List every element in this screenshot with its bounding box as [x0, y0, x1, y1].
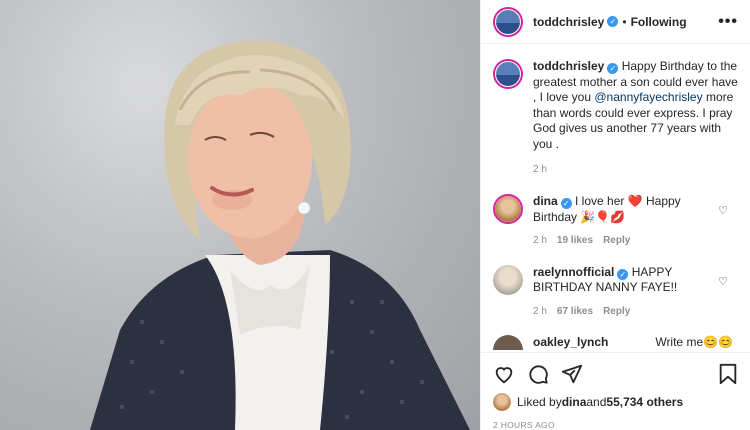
comment-item: oakley_lynch Write me😊😊 [481, 335, 750, 350]
more-options-icon[interactable]: ••• [718, 13, 738, 31]
like-comment-heart-icon[interactable]: ♡ [718, 275, 728, 288]
verified-badge-icon: ✓ [617, 268, 629, 280]
likes-middle: and [586, 395, 607, 409]
post-header: toddchrisley ✓ • Following ••• [481, 0, 750, 44]
comment-time: 2 h [533, 235, 547, 246]
liker-avatar[interactable] [493, 393, 511, 411]
post-actions: Liked by dina and 55,734 others 2 HOURS … [481, 352, 750, 430]
comment-likes[interactable]: 67 likes [557, 306, 593, 317]
likes-count[interactable]: 55,734 others [606, 395, 683, 409]
post-photo[interactable] [0, 0, 480, 430]
caption-username[interactable]: toddchrisley [533, 59, 604, 73]
reply-button[interactable]: Reply [603, 235, 630, 246]
caption-time: 2 h [533, 164, 547, 175]
commenter-avatar[interactable] [493, 194, 523, 224]
author-username[interactable]: toddchrisley [533, 15, 604, 29]
posted-time: 2 HOURS AGO [493, 420, 555, 430]
comment-time: 2 h [533, 305, 547, 317]
comment-meta: 2 h 67 likes Reply [533, 304, 713, 320]
caption-mention-link[interactable]: @nannyfayechrisley [594, 90, 702, 104]
following-button[interactable]: Following [631, 15, 687, 29]
liker-username[interactable]: dina [562, 395, 587, 409]
action-icon-row [493, 361, 738, 387]
comment-text: Write me😊😊 [655, 335, 733, 349]
comment-item: raelynnofficial ✓ HAPPY BIRTHDAY NANNY FA… [481, 264, 750, 320]
post-caption: toddchrisley ✓ Happy Birthday to the grea… [481, 45, 750, 152]
commenter-username[interactable]: raelynnofficial [533, 265, 614, 279]
comment-body: oakley_lynch Write me😊😊 [533, 335, 733, 350]
verified-badge-icon: ✓ [607, 63, 619, 74]
comment-body: dina ✓ I love her ❤️ Happy Birthday 🎉🎈💋 2… [533, 194, 713, 249]
comment-item: dina ✓ I love her ❤️ Happy Birthday 🎉🎈💋 2… [481, 194, 750, 249]
verified-badge-icon: ✓ [607, 16, 619, 27]
like-comment-heart-icon[interactable]: ♡ [718, 204, 728, 217]
caption-author-avatar[interactable] [493, 59, 523, 89]
comment-bubble-icon[interactable] [527, 363, 549, 385]
commenter-avatar[interactable] [493, 264, 523, 295]
verified-badge-icon: ✓ [560, 198, 572, 209]
portrait-illustration [90, 40, 470, 430]
commenter-avatar[interactable] [493, 335, 523, 350]
comment-likes[interactable]: 19 likes [557, 235, 593, 246]
header-separator: • [622, 14, 627, 29]
like-heart-icon[interactable] [493, 363, 515, 385]
share-send-icon[interactable] [561, 363, 583, 385]
reply-button[interactable]: Reply [603, 306, 630, 317]
comments-feed[interactable]: toddchrisley ✓ Happy Birthday to the grea… [481, 45, 750, 350]
author-avatar[interactable] [493, 6, 523, 37]
likes-prefix: Liked by [517, 395, 562, 409]
caption-text: toddchrisley ✓ Happy Birthday to the grea… [533, 59, 738, 152]
commenter-username[interactable]: oakley_lynch [533, 335, 608, 350]
comment-body: raelynnofficial ✓ HAPPY BIRTHDAY NANNY FA… [533, 265, 713, 320]
commenter-username[interactable]: dina [533, 194, 558, 208]
likes-summary: Liked by dina and 55,734 others [493, 393, 738, 411]
post-side-panel: toddchrisley ✓ • Following ••• toddchris… [480, 0, 750, 430]
save-bookmark-icon[interactable] [718, 363, 738, 385]
comment-meta: 2 h 19 likes Reply [533, 233, 713, 249]
